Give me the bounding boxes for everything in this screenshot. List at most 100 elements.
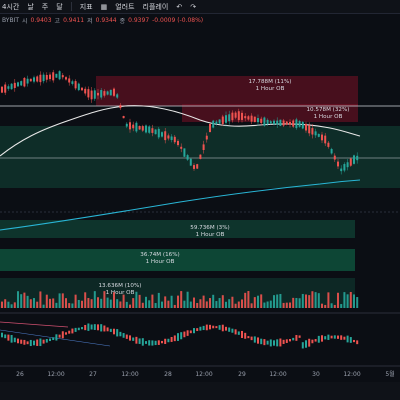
candle-body xyxy=(324,135,327,144)
oscillator-bar xyxy=(298,335,301,338)
volume-bar xyxy=(324,304,327,308)
close-label: 종 xyxy=(119,18,126,25)
x-tick-7: 12:00 xyxy=(269,371,286,378)
x-tick-5: 12:00 xyxy=(195,371,212,378)
volume-bar xyxy=(33,298,35,308)
volume-bar xyxy=(266,301,269,308)
oscillator-bar xyxy=(97,324,99,331)
volume-bar xyxy=(61,293,64,308)
interval-day-button[interactable]: 날 xyxy=(27,2,33,12)
redo-icon[interactable]: ↷ xyxy=(190,3,196,11)
candle-body xyxy=(269,121,272,124)
oscillator-bar xyxy=(113,328,115,335)
volume-bar xyxy=(145,296,147,308)
interval-button[interactable]: 4시간 xyxy=(2,2,19,12)
volume-bar xyxy=(260,294,263,308)
oscillator-bar xyxy=(317,335,320,343)
oscillator-bar xyxy=(36,339,39,346)
candle-body xyxy=(77,83,80,91)
oscillator-bar xyxy=(250,336,253,341)
undo-icon[interactable]: ↶ xyxy=(176,3,182,11)
volume-bar xyxy=(218,298,221,308)
volume-bar xyxy=(39,291,42,308)
oscillator-bar xyxy=(167,338,170,343)
candle-body xyxy=(257,118,259,123)
candle-body xyxy=(212,120,215,128)
oscillator-bar xyxy=(161,340,163,344)
x-tick-8: 30 xyxy=(312,371,320,378)
close-value: 0.9397 xyxy=(128,17,150,24)
volume-bar xyxy=(279,293,282,308)
oscillator-bar xyxy=(183,331,186,338)
oscillator-bar xyxy=(49,338,51,342)
layout-icon[interactable]: ▦ xyxy=(101,3,108,11)
x-tick-0: 26 xyxy=(16,371,24,378)
candle-body xyxy=(225,115,227,123)
candle-body xyxy=(292,120,295,127)
replay-button[interactable]: 리플레이 xyxy=(143,2,169,12)
zone-label-1-timeframe: 1 Hour OB xyxy=(256,86,285,92)
candle-body xyxy=(349,158,352,166)
volume-bar xyxy=(186,291,189,308)
oscillator-bar xyxy=(74,327,77,332)
candle-body xyxy=(157,128,160,138)
candle-body xyxy=(180,146,183,149)
zone-label-3-timeframe: 1 Hour OB xyxy=(196,232,225,238)
volume-bar xyxy=(353,294,355,308)
candle-body xyxy=(330,148,333,154)
oscillator-bar xyxy=(151,340,154,346)
candle-body xyxy=(340,168,343,172)
zone-label-3-volume: 59.736M (3%) xyxy=(190,225,229,231)
indicators-button[interactable]: 지표 xyxy=(80,2,93,12)
candle-body xyxy=(71,81,74,84)
candle-body xyxy=(7,86,10,89)
candle-body xyxy=(93,90,96,99)
volume-bar xyxy=(343,292,346,308)
volume-bar xyxy=(52,298,55,308)
oscillator-bar xyxy=(295,335,298,341)
alert-button[interactable]: 얼러트 xyxy=(115,2,134,12)
price-chart[interactable]: 17.788M (11%) 1 Hour OB 10.578M (32%) 1 … xyxy=(0,0,400,400)
volume-bar xyxy=(244,292,247,308)
candle-body xyxy=(33,77,35,82)
top-toolbar: 4시간 날 주 달 지표 ▦ 얼러트 리플레이 ↶ ↷ xyxy=(0,0,400,14)
candle-body xyxy=(1,86,3,93)
volume-bar xyxy=(340,304,343,308)
candle-body xyxy=(199,154,202,159)
volume-bar xyxy=(97,297,99,308)
oscillator-bar xyxy=(257,337,259,344)
candle-body xyxy=(151,128,154,133)
indicator-trendline-red xyxy=(0,321,69,328)
oscillator-bar xyxy=(209,324,211,330)
volume-bar xyxy=(164,296,167,308)
volume-bar xyxy=(330,303,333,308)
oscillator-bar xyxy=(327,334,330,340)
volume-bar xyxy=(42,304,45,308)
volume-bar xyxy=(327,292,330,308)
candle-body xyxy=(266,119,269,125)
ohlc-legend: BYBIT 시 0.9403 고 0.9411 저 0.9344 종 0.939… xyxy=(0,15,203,26)
candle-body xyxy=(74,81,77,89)
candle-body xyxy=(129,122,131,130)
candle-body xyxy=(65,77,67,80)
indicator-trendline-blue xyxy=(0,329,111,347)
volume-bar xyxy=(65,298,67,308)
zone-label-4-volume: 36.74M (16%) xyxy=(140,252,179,258)
oscillator-bar xyxy=(247,336,250,339)
volume-bar xyxy=(151,294,154,308)
oscillator-bar xyxy=(29,339,32,347)
interval-week-button[interactable]: 주 xyxy=(42,2,48,12)
oscillator-bar xyxy=(125,334,128,339)
candle-body xyxy=(337,161,339,167)
volume-bar xyxy=(301,293,304,308)
oscillator-bar xyxy=(292,337,295,341)
low-value: 0.9344 xyxy=(95,17,117,24)
oscillator-bar xyxy=(337,335,339,339)
oscillator-bar xyxy=(7,334,10,341)
volume-bar xyxy=(13,302,16,308)
oscillator-bar xyxy=(266,340,269,345)
candle-body xyxy=(61,75,64,78)
volume-bar xyxy=(337,292,339,308)
interval-month-button[interactable]: 달 xyxy=(56,2,62,12)
candle-body xyxy=(234,112,237,118)
